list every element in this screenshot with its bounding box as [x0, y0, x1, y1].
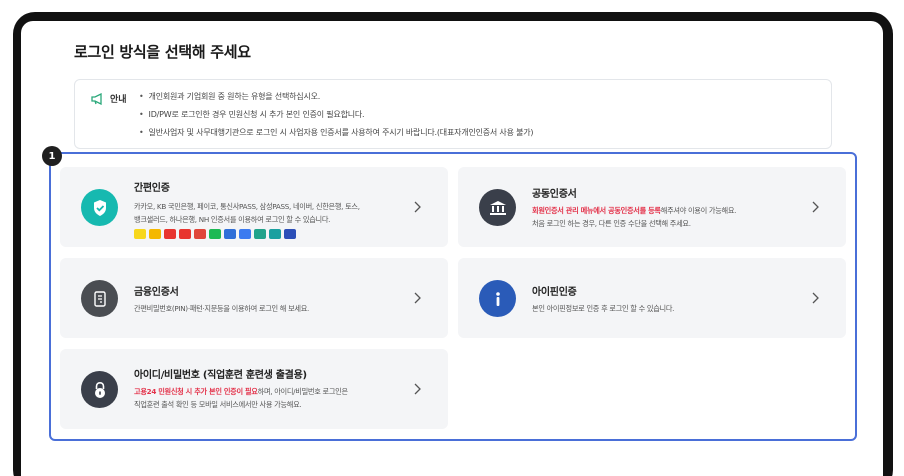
notice-list: 개인회원과 기업회원 중 원하는 유형을 선택하십시오. ID/PW로 로그인한…	[139, 92, 534, 146]
joint-certificate-title: 공동인증서	[532, 189, 577, 200]
ipin-text: 아이핀인증 본인 아이핀정보로 인증 후 로그인 할 수 있습니다.	[532, 283, 674, 315]
joint-certificate-desc-rest: 해주셔야 이용이 가능해요.	[660, 206, 737, 215]
notice-label: 안내	[110, 95, 127, 105]
id-password-desc-rest: 하며, 아이디/비밀번호 로그인은	[257, 387, 348, 396]
id-password-text: 아이디/비밀번호 (직업훈련 훈련생 출결용) 고용24 민원신청 시 추가 본…	[134, 366, 348, 411]
provider-logo-icon	[164, 229, 176, 239]
bank-building-icon	[479, 189, 516, 226]
login-option-financial-certificate[interactable]: 금융인증서 간편비밀번호(PIN)·패턴·지문등을 이용하여 로그인 해 보세요…	[60, 258, 448, 338]
megaphone-icon	[91, 92, 102, 105]
id-password-desc-emphasis: 고용24 민원신청 시 추가 본인 인증이 필요	[134, 387, 258, 396]
chevron-right-icon	[812, 201, 819, 213]
login-option-simple-auth[interactable]: 간편인증 카카오, KB 국민은행, 페이코, 통신사PASS, 삼성PASS,…	[60, 167, 448, 247]
simple-auth-desc-line: 카카오, KB 국민은행, 페이코, 통신사PASS, 삼성PASS, 네이버,…	[134, 202, 360, 211]
provider-logo-icon	[194, 229, 206, 239]
id-password-desc: 고용24 민원신청 시 추가 본인 인증이 필요하며, 아이디/비밀번호 로그인…	[134, 385, 348, 411]
provider-logo-icon	[284, 229, 296, 239]
id-password-desc-line: 직업훈련 출석 확인 등 모바일 서비스에서만 사용 가능해요.	[134, 400, 302, 409]
simple-auth-text: 간편인증 카카오, KB 국민은행, 페이코, 통신사PASS, 삼성PASS,…	[134, 179, 360, 239]
financial-certificate-title: 금융인증서	[134, 287, 179, 298]
ipin-title: 아이핀인증	[532, 287, 577, 298]
chevron-right-icon	[414, 383, 421, 395]
provider-logo-icon	[239, 229, 251, 239]
notice-box: 안내 개인회원과 기업회원 중 원하는 유형을 선택하십시오. ID/PW로 로…	[74, 79, 832, 149]
notice-line: 일반사업자 및 사무대행기관으로 로그인 시 사업자용 인증서를 사용하여 주시…	[139, 128, 534, 146]
joint-certificate-desc-emphasis: 회원인증서 관리 메뉴에서 공동인증서를 등록	[532, 206, 661, 215]
provider-logo-icon	[224, 229, 236, 239]
provider-logo-icon	[149, 229, 161, 239]
info-icon	[479, 280, 516, 317]
chevron-right-icon	[414, 201, 421, 213]
provider-logo-icon	[209, 229, 221, 239]
joint-certificate-text: 공동인증서 회원인증서 관리 메뉴에서 공동인증서를 등록해주셔야 이용이 가능…	[532, 185, 736, 230]
login-option-id-password[interactable]: 아이디/비밀번호 (직업훈련 훈련생 출결용) 고용24 민원신청 시 추가 본…	[60, 349, 448, 429]
notice-header: 안내	[91, 92, 127, 105]
provider-logo-icon	[254, 229, 266, 239]
provider-logo-icon	[269, 229, 281, 239]
ipin-desc: 본인 아이핀정보로 인증 후 로그인 할 수 있습니다.	[532, 304, 675, 313]
login-option-ipin[interactable]: 아이핀인증 본인 아이핀정보로 인증 후 로그인 할 수 있습니다.	[458, 258, 846, 338]
provider-logo-list	[134, 229, 360, 239]
financial-certificate-desc: 간편비밀번호(PIN)·패턴·지문등을 이용하여 로그인 해 보세요.	[134, 304, 310, 313]
simple-auth-desc: 카카오, KB 국민은행, 페이코, 통신사PASS, 삼성PASS, 네이버,…	[134, 200, 360, 226]
financial-certificate-text: 금융인증서 간편비밀번호(PIN)·패턴·지문등을 이용하여 로그인 해 보세요…	[134, 283, 309, 315]
provider-logo-icon	[134, 229, 146, 239]
simple-auth-desc-line: 뱅크샐러드, 하나은행, NH 인증서를 이용하여 로그인 할 수 있습니다.	[134, 215, 331, 224]
chevron-right-icon	[812, 292, 819, 304]
joint-certificate-desc-line: 처음 로그인 하는 경우, 다른 인증 수단을 선택해 주세요.	[532, 219, 691, 228]
document-certificate-icon	[81, 280, 118, 317]
simple-auth-title: 간편인증	[134, 183, 170, 194]
chevron-right-icon	[414, 292, 421, 304]
login-option-joint-certificate[interactable]: 공동인증서 회원인증서 관리 메뉴에서 공동인증서를 등록해주셔야 이용이 가능…	[458, 167, 846, 247]
notice-line: 개인회원과 기업회원 중 원하는 유형을 선택하십시오.	[139, 92, 533, 110]
id-password-title: 아이디/비밀번호 (직업훈련 훈련생 출결용)	[134, 370, 307, 381]
shield-check-icon	[81, 189, 118, 226]
page-title: 로그인 방식을 선택해 주세요	[74, 43, 251, 61]
notice-line: ID/PW로 로그인한 경우 민원신청 시 추가 본인 인증이 필요합니다.	[139, 110, 533, 128]
provider-logo-icon	[179, 229, 191, 239]
step-badge: 1	[42, 146, 62, 166]
joint-certificate-desc: 회원인증서 관리 메뉴에서 공동인증서를 등록해주셔야 이용이 가능해요. 처음…	[532, 204, 736, 230]
lock-icon	[81, 371, 118, 408]
